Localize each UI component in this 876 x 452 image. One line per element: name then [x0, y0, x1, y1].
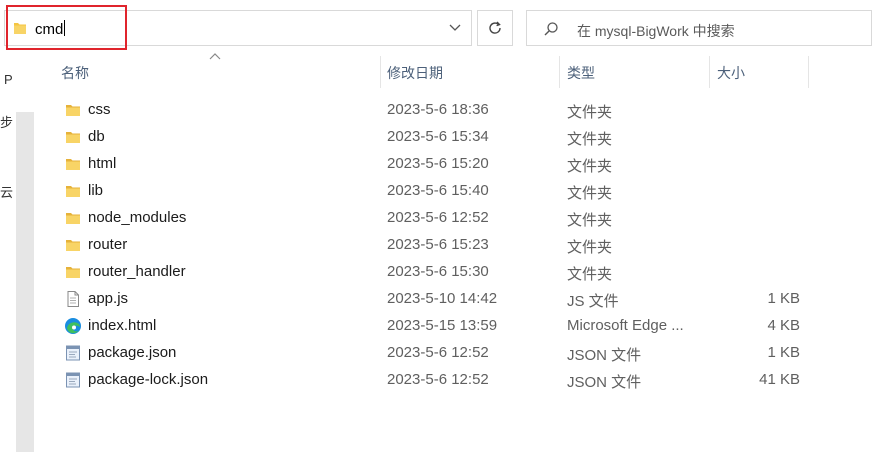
file-list: css 2023-5-6 18:36 文件夹 db 2023-5-6 15:34 文件夹…	[0, 96, 876, 393]
file-size: 1 KB	[767, 344, 800, 361]
column-divider[interactable]	[709, 56, 710, 88]
file-type: 文件夹	[567, 131, 613, 148]
file-name: app.js	[88, 290, 129, 307]
column-header-label: 名称	[61, 65, 89, 81]
file-type: 文件夹	[567, 158, 613, 175]
search-placeholder: 在 mysql-BigWork 中搜索	[577, 23, 735, 39]
file-name: node_modules	[88, 209, 187, 226]
file-type: 文件夹	[567, 212, 613, 229]
folder-icon	[64, 263, 82, 281]
file-row[interactable]: package.json 2023-5-6 12:52 JSON 文件 1 KB	[0, 339, 876, 366]
folder-icon	[64, 209, 82, 227]
search-box[interactable]: 在 mysql-BigWork 中搜索	[526, 10, 872, 46]
file-type: Microsoft Edge ...	[567, 317, 684, 334]
file-row[interactable]: css 2023-5-6 18:36 文件夹	[0, 96, 876, 123]
chevron-down-icon	[449, 24, 461, 31]
column-header-label: 大小	[717, 65, 745, 81]
file-type: 文件夹	[567, 239, 613, 256]
file-name: db	[88, 128, 105, 145]
column-header-label: 类型	[567, 65, 595, 81]
file-row[interactable]: app.js 2023-5-10 14:42 JS 文件 1 KB	[0, 285, 876, 312]
column-header-size[interactable]: 大小	[717, 58, 745, 88]
file-date: 2023-5-6 12:52	[387, 209, 489, 226]
file-name: css	[88, 101, 111, 118]
file-date: 2023-5-10 14:42	[387, 290, 498, 307]
file-name: router_handler	[88, 263, 186, 280]
json-file-icon	[64, 371, 82, 389]
file-date: 2023-5-6 15:40	[387, 182, 489, 199]
file-type: JS 文件	[567, 293, 619, 310]
column-divider[interactable]	[808, 56, 809, 88]
sort-ascending-icon	[209, 53, 221, 60]
file-type: 文件夹	[567, 104, 613, 121]
refresh-icon	[489, 21, 501, 34]
column-header-name[interactable]: 名称	[61, 58, 89, 88]
file-date: 2023-5-6 12:52	[387, 344, 489, 361]
refresh-button[interactable]	[477, 10, 513, 46]
folder-icon	[64, 128, 82, 146]
file-name: router	[88, 236, 128, 253]
column-header-date[interactable]: 修改日期	[387, 58, 443, 88]
file-date: 2023-5-6 15:34	[387, 128, 489, 145]
file-row[interactable]: router_handler 2023-5-6 15:30 文件夹	[0, 258, 876, 285]
file-size: 41 KB	[759, 371, 800, 388]
file-name: package.json	[88, 344, 177, 361]
file-name: index.html	[88, 317, 157, 334]
file-date: 2023-5-6 18:36	[387, 101, 489, 118]
folder-icon	[64, 236, 82, 254]
file-row[interactable]: db 2023-5-6 15:34 文件夹	[0, 123, 876, 150]
file-row[interactable]: package-lock.json 2023-5-6 12:52 JSON 文件 41…	[0, 366, 876, 393]
folder-icon	[64, 155, 82, 173]
search-icon	[544, 22, 558, 36]
file-size: 1 KB	[767, 290, 800, 307]
file-date: 2023-5-6 15:20	[387, 155, 489, 172]
file-date: 2023-5-6 12:52	[387, 371, 489, 388]
file-name: package-lock.json	[88, 371, 209, 388]
file-type: JSON 文件	[567, 347, 642, 364]
column-header-type[interactable]: 类型	[567, 58, 595, 88]
file-row[interactable]: lib 2023-5-6 15:40 文件夹	[0, 177, 876, 204]
file-name: html	[88, 155, 117, 172]
file-date: 2023-5-15 13:59	[387, 317, 498, 334]
file-row[interactable]: html 2023-5-6 15:20 文件夹	[0, 150, 876, 177]
file-date: 2023-5-6 15:30	[387, 263, 489, 280]
file-explorer-window: cmd 在 mysql-BigWork 中搜索 P 步 云 名称 修改日期 类型	[0, 0, 876, 452]
folder-icon	[64, 101, 82, 119]
file-type: JSON 文件	[567, 374, 642, 391]
file-row[interactable]: index.html 2023-5-15 13:59 Microsoft Edge …	[0, 312, 876, 339]
column-divider[interactable]	[380, 56, 381, 88]
file-row[interactable]: router 2023-5-6 15:23 文件夹	[0, 231, 876, 258]
file-size: 4 KB	[767, 317, 800, 334]
file-row[interactable]: node_modules 2023-5-6 12:52 文件夹	[0, 204, 876, 231]
nav-item-fragment[interactable]: P	[4, 72, 13, 87]
file-date: 2023-5-6 15:23	[387, 236, 489, 253]
text-file-icon	[64, 290, 82, 308]
file-type: 文件夹	[567, 185, 613, 202]
edge-icon	[64, 317, 82, 335]
folder-icon	[64, 182, 82, 200]
file-type: 文件夹	[567, 266, 613, 283]
column-divider[interactable]	[559, 56, 560, 88]
file-name: lib	[88, 182, 104, 199]
highlight-box	[6, 5, 127, 50]
column-header-label: 修改日期	[387, 65, 443, 81]
json-file-icon	[64, 344, 82, 362]
address-dropdown-button[interactable]	[445, 18, 465, 38]
